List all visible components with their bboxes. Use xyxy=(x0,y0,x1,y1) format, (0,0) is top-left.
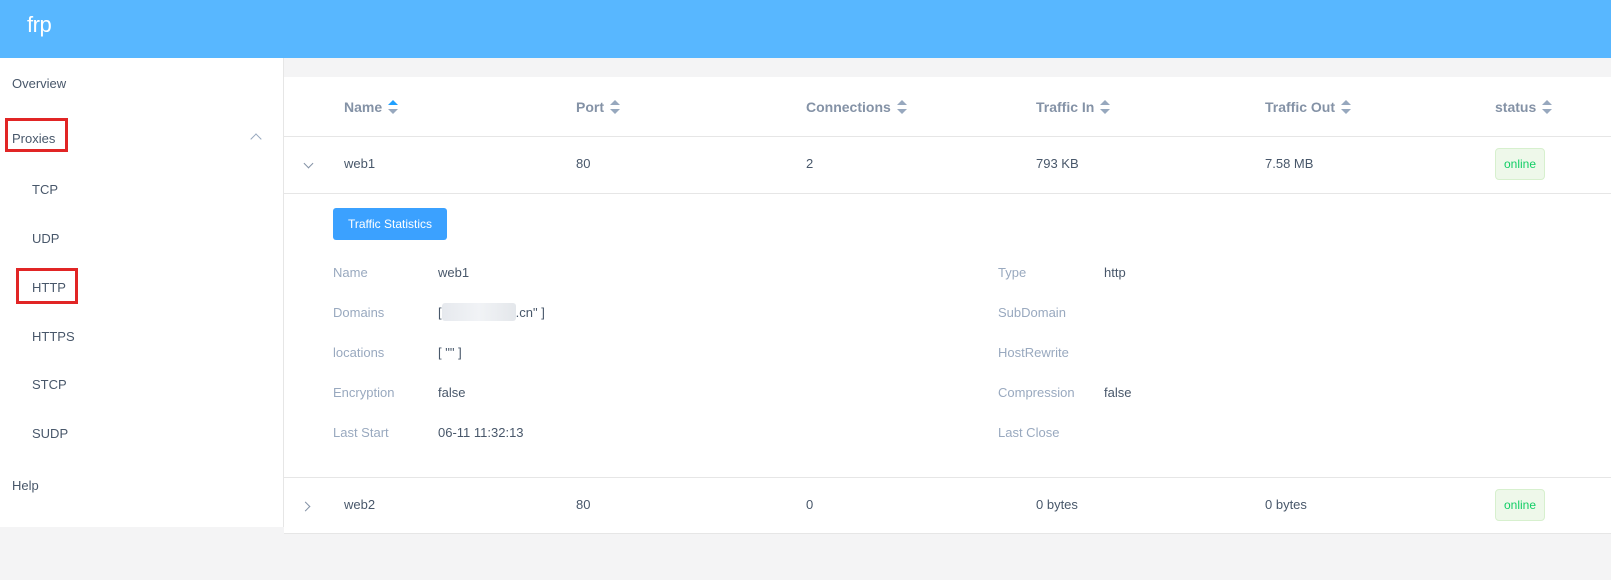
proxy-name: web2 xyxy=(344,497,376,512)
sort-icon[interactable] xyxy=(1341,100,1352,114)
sidebar-item-overview[interactable]: Overview xyxy=(0,64,284,104)
detail-label: Type xyxy=(998,265,1027,280)
column-header-traffic-in[interactable]: Traffic In xyxy=(1036,97,1111,117)
column-header-connections[interactable]: Connections xyxy=(806,97,907,117)
sidebar-item-help[interactable]: Help xyxy=(0,466,284,506)
detail-label: Compression xyxy=(998,385,1075,400)
proxy-connections: 2 xyxy=(806,156,814,171)
chevron-up-icon xyxy=(250,133,262,145)
divider xyxy=(284,136,1611,137)
sort-icon[interactable] xyxy=(1100,100,1111,114)
sidebar-item-label: Help xyxy=(12,478,39,493)
chevron-down-icon[interactable] xyxy=(303,158,314,169)
detail-label: SubDomain xyxy=(998,305,1066,320)
detail-value: 06-11 11:32:13 xyxy=(438,425,524,440)
sort-icon[interactable] xyxy=(388,100,399,114)
divider xyxy=(284,193,1611,194)
sort-icon[interactable] xyxy=(896,100,907,114)
detail-value: false xyxy=(1104,385,1132,400)
column-header-port[interactable]: Port xyxy=(576,97,620,117)
proxy-name: web1 xyxy=(344,156,376,171)
status-badge: online xyxy=(1495,489,1545,521)
divider xyxy=(284,477,1611,478)
proxy-port: 80 xyxy=(576,497,591,512)
proxy-traffic-out: 0 bytes xyxy=(1265,497,1307,512)
column-header-traffic-out[interactable]: Traffic Out xyxy=(1265,97,1352,117)
highlight-box-proxies xyxy=(5,118,68,152)
chevron-right-icon[interactable] xyxy=(300,501,311,512)
sidebar-item-sudp[interactable]: SUDP xyxy=(0,414,284,454)
highlight-box-http xyxy=(16,268,78,304)
detail-value-domains: [.cn" ] xyxy=(438,303,545,321)
column-header-status[interactable]: status xyxy=(1495,97,1553,117)
sort-icon[interactable] xyxy=(610,100,620,114)
status-badge: online xyxy=(1495,148,1545,180)
traffic-statistics-button[interactable]: Traffic Statistics xyxy=(333,208,447,240)
proxy-traffic-in: 0 bytes xyxy=(1036,497,1078,512)
sidebar-item-stcp[interactable]: STCP xyxy=(0,365,284,405)
detail-label: Last Close xyxy=(998,425,1060,440)
sidebar-item-label: TCP xyxy=(32,182,58,197)
detail-label: HostRewrite xyxy=(998,345,1069,360)
top-header: frp xyxy=(0,0,1611,58)
proxy-table: Name Port Connections Traffic In Traffic… xyxy=(284,77,1611,534)
divider xyxy=(284,533,1611,534)
column-header-name[interactable]: Name xyxy=(344,97,399,117)
app-logo[interactable]: frp xyxy=(27,12,52,38)
detail-value: false xyxy=(438,385,466,400)
sort-icon[interactable] xyxy=(1542,100,1553,114)
detail-value: web1 xyxy=(438,265,470,280)
sidebar-item-label: HTTPS xyxy=(32,329,75,344)
detail-label: Domains xyxy=(333,305,385,320)
sidebar-item-label: UDP xyxy=(32,231,60,246)
proxy-port: 80 xyxy=(576,156,591,171)
sidebar-item-label: STCP xyxy=(32,377,67,392)
sidebar-item-https[interactable]: HTTPS xyxy=(0,317,284,357)
sidebar-item-label: Overview xyxy=(12,76,67,91)
proxy-traffic-out: 7.58 MB xyxy=(1265,156,1314,171)
detail-label: Name xyxy=(333,265,368,280)
sidebar-item-label: SUDP xyxy=(32,426,69,441)
sidebar-item-tcp[interactable]: TCP xyxy=(0,170,284,210)
proxy-traffic-in: 793 KB xyxy=(1036,156,1079,171)
detail-value: http xyxy=(1104,265,1126,280)
proxy-connections: 0 xyxy=(806,497,814,512)
redacted-text xyxy=(441,303,516,321)
detail-label: Encryption xyxy=(333,385,395,400)
detail-label: Last Start xyxy=(333,425,389,440)
detail-label: locations xyxy=(333,345,385,360)
sidebar-item-udp[interactable]: UDP xyxy=(0,219,284,259)
detail-value: [ "" ] xyxy=(438,345,462,360)
